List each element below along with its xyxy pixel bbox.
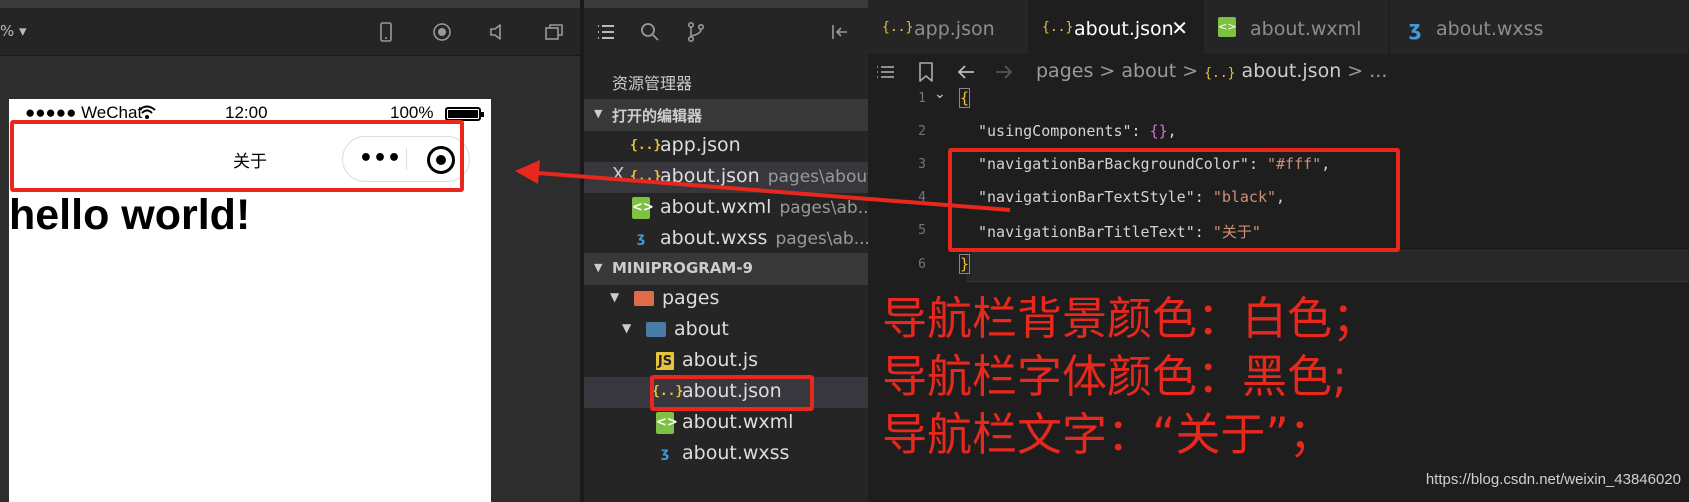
caret-down-icon: ▼ — [622, 321, 632, 335]
top-strip — [584, 0, 872, 8]
breadcrumb: pages > about > {..} about.json > ... — [1036, 60, 1388, 82]
outline-icon[interactable] — [874, 60, 898, 84]
tab-about-wxml[interactable]: <> about.wxml — [1204, 0, 1390, 54]
folder-icon — [634, 291, 654, 306]
line-number: 5 — [918, 223, 926, 238]
caret-down-icon: ▼ — [594, 261, 603, 274]
back-arrow-icon[interactable] — [954, 60, 978, 84]
file-highlight-box — [650, 375, 814, 411]
forward-arrow-icon[interactable] — [992, 60, 1016, 84]
tree-item-about[interactable]: ▼ about — [584, 315, 872, 346]
top-strip — [0, 0, 580, 8]
annotation-line: 导航栏背景颜色：白色； — [882, 292, 1378, 345]
json-file-icon: {..} — [1204, 66, 1236, 81]
breadcrumb-more[interactable]: ... — [1369, 60, 1387, 82]
annotation-line: 导航栏字体颜色：黑色; — [882, 350, 1348, 403]
wxml-file-icon: <> — [1218, 17, 1236, 37]
line-number: 6 — [918, 257, 926, 272]
search-icon[interactable] — [638, 20, 662, 44]
watermark-url: https://blog.csdn.net/weixin_43846020 — [1425, 471, 1681, 488]
tree-item-about-wxss[interactable]: ʒ about.wxss — [584, 439, 872, 470]
js-file-icon: JS — [656, 352, 674, 370]
json-file-icon: {..} — [630, 169, 662, 184]
wxss-file-icon: ʒ — [636, 231, 646, 246]
file-path: pages\ab... — [775, 229, 870, 249]
navbar-highlight-box — [10, 120, 464, 192]
code-highlight-box — [948, 148, 1400, 252]
page-heading: hello world! — [9, 191, 251, 239]
json-file-icon: {..} — [630, 138, 662, 153]
file-path: pages\about — [767, 167, 872, 187]
open-editor-item[interactable]: <> about.wxml pages\ab... — [584, 193, 872, 224]
wxss-file-icon: ʒ — [1408, 16, 1422, 40]
tab-app-json[interactable]: {..} app.json — [868, 0, 1028, 54]
battery-icon — [445, 107, 484, 121]
list-icon[interactable] — [594, 20, 618, 44]
record-icon[interactable] — [430, 20, 454, 44]
source-control-icon[interactable] — [684, 20, 708, 44]
caret-down-icon: ▼ — [594, 107, 603, 120]
json-file-icon: {..} — [882, 20, 914, 35]
speaker-icon[interactable] — [486, 20, 510, 44]
activity-toolbar — [584, 8, 872, 56]
editor-tabs: {..} app.json {..} about.json ✕ <> about… — [868, 0, 1689, 54]
code-line[interactable]: "usingComponents": {}, — [978, 122, 1177, 140]
open-editor-item[interactable]: X {..} about.json pages\about — [584, 162, 872, 193]
breadcrumb-current[interactable]: about.json — [1242, 60, 1342, 82]
line-number: 4 — [918, 190, 926, 205]
explorer-title: 资源管理器 — [612, 74, 693, 93]
tab-about-wxss[interactable]: ʒ about.wxss — [1390, 0, 1576, 54]
tree-item-about-wxml[interactable]: <> about.wxml — [584, 408, 872, 439]
code-brace-open[interactable]: { — [958, 88, 971, 108]
file-name: about.wxml — [660, 196, 772, 218]
editor-pane: {..} app.json {..} about.json ✕ <> about… — [868, 0, 1689, 502]
line-number: 3 — [918, 157, 926, 172]
bookmark-icon[interactable] — [914, 60, 938, 84]
breadcrumb-item[interactable]: about — [1121, 60, 1176, 82]
wxml-file-icon: <> — [656, 412, 678, 434]
zoom-select[interactable]: % ▾ — [0, 22, 27, 40]
wxml-file-icon: <> — [632, 197, 654, 219]
simulator-toolbar: % ▾ — [0, 8, 580, 56]
file-name: about.wxss — [660, 227, 768, 249]
phone-icon[interactable] — [374, 20, 398, 44]
tab-about-json[interactable]: {..} about.json ✕ — [1028, 0, 1204, 54]
annotation-line: 导航栏文字：“关于”； — [882, 408, 1334, 461]
code-brace-close[interactable]: } — [958, 254, 971, 274]
breadcrumb-item[interactable]: pages — [1036, 60, 1093, 82]
line-number: 1 — [918, 91, 926, 106]
open-editor-item[interactable]: ʒ about.wxss pages\ab... — [584, 224, 872, 255]
simulator-pane: % ▾ ●●●●● WeChat 12:00 100% 关于 ••• hello… — [0, 0, 580, 502]
close-icon[interactable]: X — [612, 164, 624, 185]
line-number: 2 — [918, 124, 926, 139]
file-path: pages\ab... — [779, 198, 872, 218]
file-name: about.json — [660, 165, 760, 187]
open-editor-item[interactable]: {..} app.json — [584, 131, 872, 162]
popout-icon[interactable] — [542, 20, 566, 44]
caret-down-icon: ▼ — [610, 290, 620, 304]
tree-item-pages[interactable]: ▼ pages — [584, 284, 872, 315]
current-line-highlight — [966, 250, 1689, 282]
fold-chevron-icon[interactable]: ⌄ — [934, 86, 946, 102]
explorer-pane: 资源管理器 ▼ 打开的编辑器 {..} app.json X {..} abou… — [580, 0, 872, 502]
wxss-file-icon: ʒ — [660, 446, 670, 461]
collapse-panel-icon[interactable] — [828, 20, 852, 44]
open-editors-header[interactable]: ▼ 打开的编辑器 — [584, 99, 872, 131]
json-file-icon: {..} — [1042, 20, 1074, 35]
breadcrumb-bar: pages > about > {..} about.json > ... — [868, 54, 1689, 90]
tree-item-about-js[interactable]: JS about.js — [584, 346, 872, 377]
folder-open-icon — [646, 322, 666, 337]
close-icon[interactable]: ✕ — [1171, 16, 1188, 40]
project-header[interactable]: ▼ MINIPROGRAM-9 — [584, 253, 872, 285]
